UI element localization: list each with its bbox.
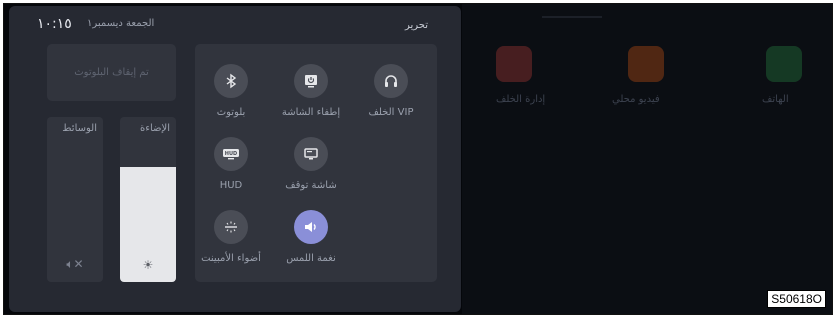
- screen-frame: الهاتف فيديو محلي إدارة الخلف ١٠:١٥ الجم…: [3, 3, 833, 315]
- reference-code: S50618O: [767, 290, 826, 308]
- tile-hud[interactable]: HUD HUD: [191, 137, 271, 191]
- svg-text:HUD: HUD: [225, 151, 237, 157]
- launcher-divider: [542, 16, 602, 18]
- app-label-video: فيديو محلي: [612, 94, 660, 105]
- headphones-icon: [374, 64, 408, 98]
- bluetooth-status-text: تم إيقاف البلوتوث: [74, 67, 149, 78]
- bluetooth-status-card[interactable]: تم إيقاف البلوتوث: [47, 44, 176, 101]
- home-launcher: الهاتف فيديو محلي إدارة الخلف: [462, 4, 832, 314]
- brightness-slider[interactable]: الإضاءة ☀︎: [120, 117, 176, 282]
- speaker-icon: [294, 210, 328, 244]
- tile-label: HUD: [219, 180, 243, 191]
- tile-bluetooth[interactable]: بلوتوث: [191, 64, 271, 118]
- tile-touch-tone[interactable]: نغمة اللمس: [271, 210, 351, 264]
- date: الجمعة ديسمبر١: [87, 18, 155, 29]
- media-slider-label: الوسائط: [62, 123, 97, 134]
- phone-icon[interactable]: [766, 46, 802, 82]
- control-center-panel: ١٠:١٥ الجمعة ديسمبر١ تحرير تم إيقاف البل…: [9, 6, 461, 312]
- tile-label: نغمة اللمس: [286, 253, 336, 264]
- tile-rear-vip[interactable]: الخلف VIP: [351, 64, 431, 118]
- app-label-rear: إدارة الخلف: [496, 94, 546, 105]
- tile-ambient-lights[interactable]: أضواء الأمبينت: [191, 210, 271, 264]
- hud-icon: HUD: [214, 137, 248, 171]
- app-label-phone: الهاتف: [762, 94, 789, 105]
- tile-label: الخلف VIP: [368, 107, 414, 118]
- tile-label: إطفاء الشاشة: [281, 107, 341, 118]
- media-volume-slider[interactable]: الوسائط 🔈︎✕: [47, 117, 103, 282]
- clock: ١٠:١٥: [37, 16, 72, 32]
- sun-icon: ☀︎: [142, 258, 154, 272]
- monitor-icon: [294, 137, 328, 171]
- screen-off-icon: [294, 64, 328, 98]
- brightness-slider-label: الإضاءة: [140, 123, 170, 134]
- video-icon[interactable]: [628, 46, 664, 82]
- rear-control-icon[interactable]: [496, 46, 532, 82]
- edit-button[interactable]: تحرير: [405, 20, 428, 31]
- tile-screen-off[interactable]: إطفاء الشاشة: [271, 64, 351, 118]
- tile-screensaver[interactable]: شاشة توقف: [271, 137, 351, 191]
- ambient-light-icon: [214, 210, 248, 244]
- tile-label: شاشة توقف: [285, 180, 337, 191]
- speaker-mute-icon: 🔈︎✕: [66, 257, 84, 271]
- tile-label: بلوتوث: [216, 107, 246, 118]
- quick-settings-grid: الخلف VIP إطفاء الشاشة بلوتوث شاشة توقف: [195, 44, 437, 282]
- tile-label: أضواء الأمبينت: [201, 253, 261, 264]
- bluetooth-icon: [214, 64, 248, 98]
